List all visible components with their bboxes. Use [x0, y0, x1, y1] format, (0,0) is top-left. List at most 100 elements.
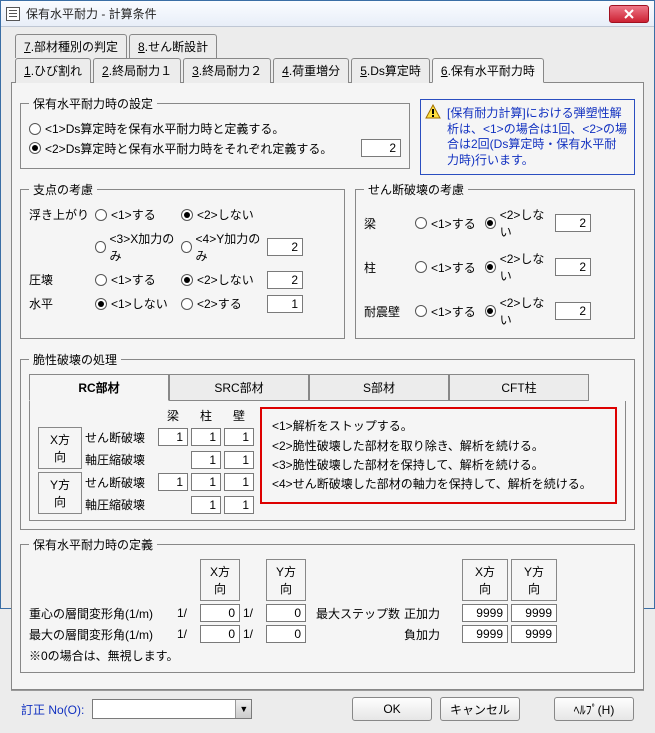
setting-opt2[interactable]: <2>Ds算定時と保有水平耐力時をそれぞれ定義する。 2	[29, 139, 401, 157]
bottom-row: 訂正 No(O): ▼ OK キャンセル ﾍﾙﾌﾟ(H)	[11, 690, 644, 727]
fulcrum-1-val[interactable]: 2	[267, 271, 303, 289]
fulcrum-1-opt1[interactable]	[181, 274, 193, 286]
fulcrum-2-opt1[interactable]	[181, 298, 193, 310]
inner-tab-s[interactable]: S部材	[309, 374, 449, 401]
bx-0-1[interactable]: 1	[191, 428, 221, 446]
legend-shear: せん断破壊の考慮	[364, 181, 468, 198]
fulcrum-0-opt0[interactable]	[95, 209, 107, 221]
inner-tab-cft[interactable]: CFT柱	[449, 374, 589, 401]
radio-setting-1[interactable]	[29, 123, 41, 135]
content: 7.部材種別の判定 8.せん断設計 1.ひび割れ 2.終局耐力１ 3.終局耐力２…	[1, 27, 654, 733]
fulcrum-label-0: 浮き上がり	[29, 206, 89, 223]
close-button[interactable]	[609, 5, 649, 23]
radio-setting-2[interactable]	[29, 142, 41, 154]
tab-5[interactable]: 5.Ds算定時	[351, 58, 430, 83]
defr-1-x[interactable]: 9999	[462, 625, 508, 643]
defr-col-x[interactable]: X方向	[462, 559, 508, 601]
shear-0-val[interactable]: 2	[555, 214, 591, 232]
def-1-y[interactable]: 0	[266, 625, 306, 643]
brittle-y-button[interactable]: Y方向	[38, 472, 82, 514]
fulcrum-1-opt0[interactable]	[95, 274, 107, 286]
shear-1-val[interactable]: 2	[555, 258, 591, 276]
revision-label: 訂正 No(O):	[21, 701, 84, 718]
titlebar: 保有水平耐力 - 計算条件	[1, 1, 654, 27]
tab-panel: 保有水平耐力時の設定 <1>Ds算定時を保有水平耐力時と定義する。 <2>Ds算…	[11, 82, 644, 690]
defr-col-y[interactable]: Y方向	[511, 559, 557, 601]
group-shear: せん断破壊の考慮 梁 <1>する <2>しない 2 柱 <1>する <2>しない…	[355, 181, 635, 339]
tab-3[interactable]: 3.終局耐力２	[183, 58, 271, 83]
legend-setting: 保有水平耐力時の設定	[29, 95, 157, 112]
bx-1-2[interactable]: 1	[224, 451, 254, 469]
tabs-row-main: 1.ひび割れ 2.終局耐力１ 3.終局耐力２ 4.荷重増分 5.Ds算定時 6.…	[15, 57, 644, 82]
group-setting: 保有水平耐力時の設定 <1>Ds算定時を保有水平耐力時と定義する。 <2>Ds算…	[20, 95, 410, 169]
tab-2[interactable]: 2.終局耐力１	[93, 58, 181, 83]
chevron-down-icon: ▼	[235, 700, 251, 718]
inner-tab-src[interactable]: SRC部材	[169, 374, 309, 401]
defr-1-y[interactable]: 9999	[511, 625, 557, 643]
definition-note: ※0の場合は、無視します。	[29, 647, 306, 664]
legend-definition: 保有水平耐力時の定義	[29, 536, 157, 553]
inner-tab-rc[interactable]: RC部材	[29, 374, 169, 401]
def-0-x[interactable]: 0	[200, 604, 240, 622]
ok-button[interactable]: OK	[352, 697, 432, 721]
app-icon	[6, 7, 20, 21]
group-brittle: 脆性破壊の処理 RC部材 SRC部材 S部材 CFT柱 梁 柱 壁 X方向	[20, 351, 635, 530]
close-icon	[624, 9, 634, 19]
tab-7[interactable]: 7.部材種別の判定	[15, 34, 127, 58]
group-definition: 保有水平耐力時の定義 X方向 Y方向 重心の層間変形角(1/m) 1/ 0 1/	[20, 536, 635, 673]
inner-tabs: RC部材 SRC部材 S部材 CFT柱	[29, 374, 626, 401]
tabs-row-top: 7.部材種別の判定 8.せん断設計	[15, 33, 644, 57]
legend-fulcrum: 支点の考慮	[29, 181, 97, 198]
shear-0-opt1[interactable]	[485, 217, 496, 229]
fulcrum-2-opt0[interactable]	[95, 298, 107, 310]
def-col-x[interactable]: X方向	[200, 559, 240, 601]
def-0-y[interactable]: 0	[266, 604, 306, 622]
inner-panel: 梁 柱 壁 X方向 せん断破壊 1 1 1 軸圧縮破壊 1 1	[29, 401, 626, 521]
brittle-x-button[interactable]: X方向	[38, 427, 82, 469]
fulcrum-2-val[interactable]: 1	[267, 295, 303, 313]
shear-2-val[interactable]: 2	[555, 302, 591, 320]
tab-8[interactable]: 8.せん断設計	[129, 34, 217, 58]
dialog-window: 保有水平耐力 - 計算条件 7.部材種別の判定 8.せん断設計 1.ひび割れ 2…	[0, 0, 655, 609]
fulcrum-0-opt2[interactable]	[95, 241, 106, 253]
def-col-y[interactable]: Y方向	[266, 559, 306, 601]
tab-4[interactable]: 4.荷重増分	[273, 58, 349, 83]
warning-icon	[425, 104, 441, 120]
definition-right: X方向 Y方向 最大ステップ数 正加力 9999 9999 負加力 9999 9…	[316, 559, 626, 664]
tab-1[interactable]: 1.ひび割れ	[15, 58, 91, 83]
fulcrum-label-1: 圧壊	[29, 271, 89, 288]
fulcrum-label-2: 水平	[29, 295, 89, 312]
defr-0-y[interactable]: 9999	[511, 604, 557, 622]
by-1-1[interactable]: 1	[191, 496, 221, 514]
by-0-1[interactable]: 1	[191, 473, 221, 491]
definition-left: X方向 Y方向 重心の層間変形角(1/m) 1/ 0 1/ 0 最大の層間変形角…	[29, 559, 306, 664]
by-0-0[interactable]: 1	[158, 473, 188, 491]
brittle-left: 梁 柱 壁 X方向 せん断破壊 1 1 1 軸圧縮破壊 1 1	[38, 407, 254, 514]
setting-opt1[interactable]: <1>Ds算定時を保有水平耐力時と定義する。	[29, 120, 401, 137]
window-title: 保有水平耐力 - 計算条件	[26, 5, 609, 22]
by-1-2[interactable]: 1	[224, 496, 254, 514]
defr-0-x[interactable]: 9999	[462, 604, 508, 622]
def-1-x[interactable]: 0	[200, 625, 240, 643]
legend-brittle: 脆性破壊の処理	[29, 351, 121, 368]
fulcrum-0-opt1[interactable]	[181, 209, 193, 221]
shear-0-opt0[interactable]	[415, 217, 427, 229]
shear-1-opt1[interactable]	[485, 261, 496, 273]
help-button[interactable]: ﾍﾙﾌﾟ(H)	[554, 697, 634, 721]
fulcrum-0-val[interactable]: 2	[267, 238, 303, 256]
bx-0-0[interactable]: 1	[158, 428, 188, 446]
tab-6[interactable]: 6.保有水平耐力時	[432, 58, 544, 83]
shear-2-opt1[interactable]	[485, 305, 496, 317]
bx-0-2[interactable]: 1	[224, 428, 254, 446]
group-fulcrum: 支点の考慮 浮き上がり <1>する <2>しない <3>X加力のみ <4>Y加力…	[20, 181, 345, 339]
notice-box: [保有耐力計算]における弾塑性解析は、<1>の場合は1回、<2>の場合は2回(D…	[420, 99, 635, 175]
brittle-description: <1>解析をストップする。 <2>脆性破壊した部材を取り除き、解析を続ける。 <…	[260, 407, 617, 504]
by-0-2[interactable]: 1	[224, 473, 254, 491]
setting-value[interactable]: 2	[361, 139, 401, 157]
revision-combo[interactable]: ▼	[92, 699, 252, 719]
bx-1-1[interactable]: 1	[191, 451, 221, 469]
cancel-button[interactable]: キャンセル	[440, 697, 520, 721]
shear-1-opt0[interactable]	[415, 261, 427, 273]
fulcrum-0-opt3[interactable]	[181, 241, 192, 253]
shear-2-opt0[interactable]	[415, 305, 427, 317]
